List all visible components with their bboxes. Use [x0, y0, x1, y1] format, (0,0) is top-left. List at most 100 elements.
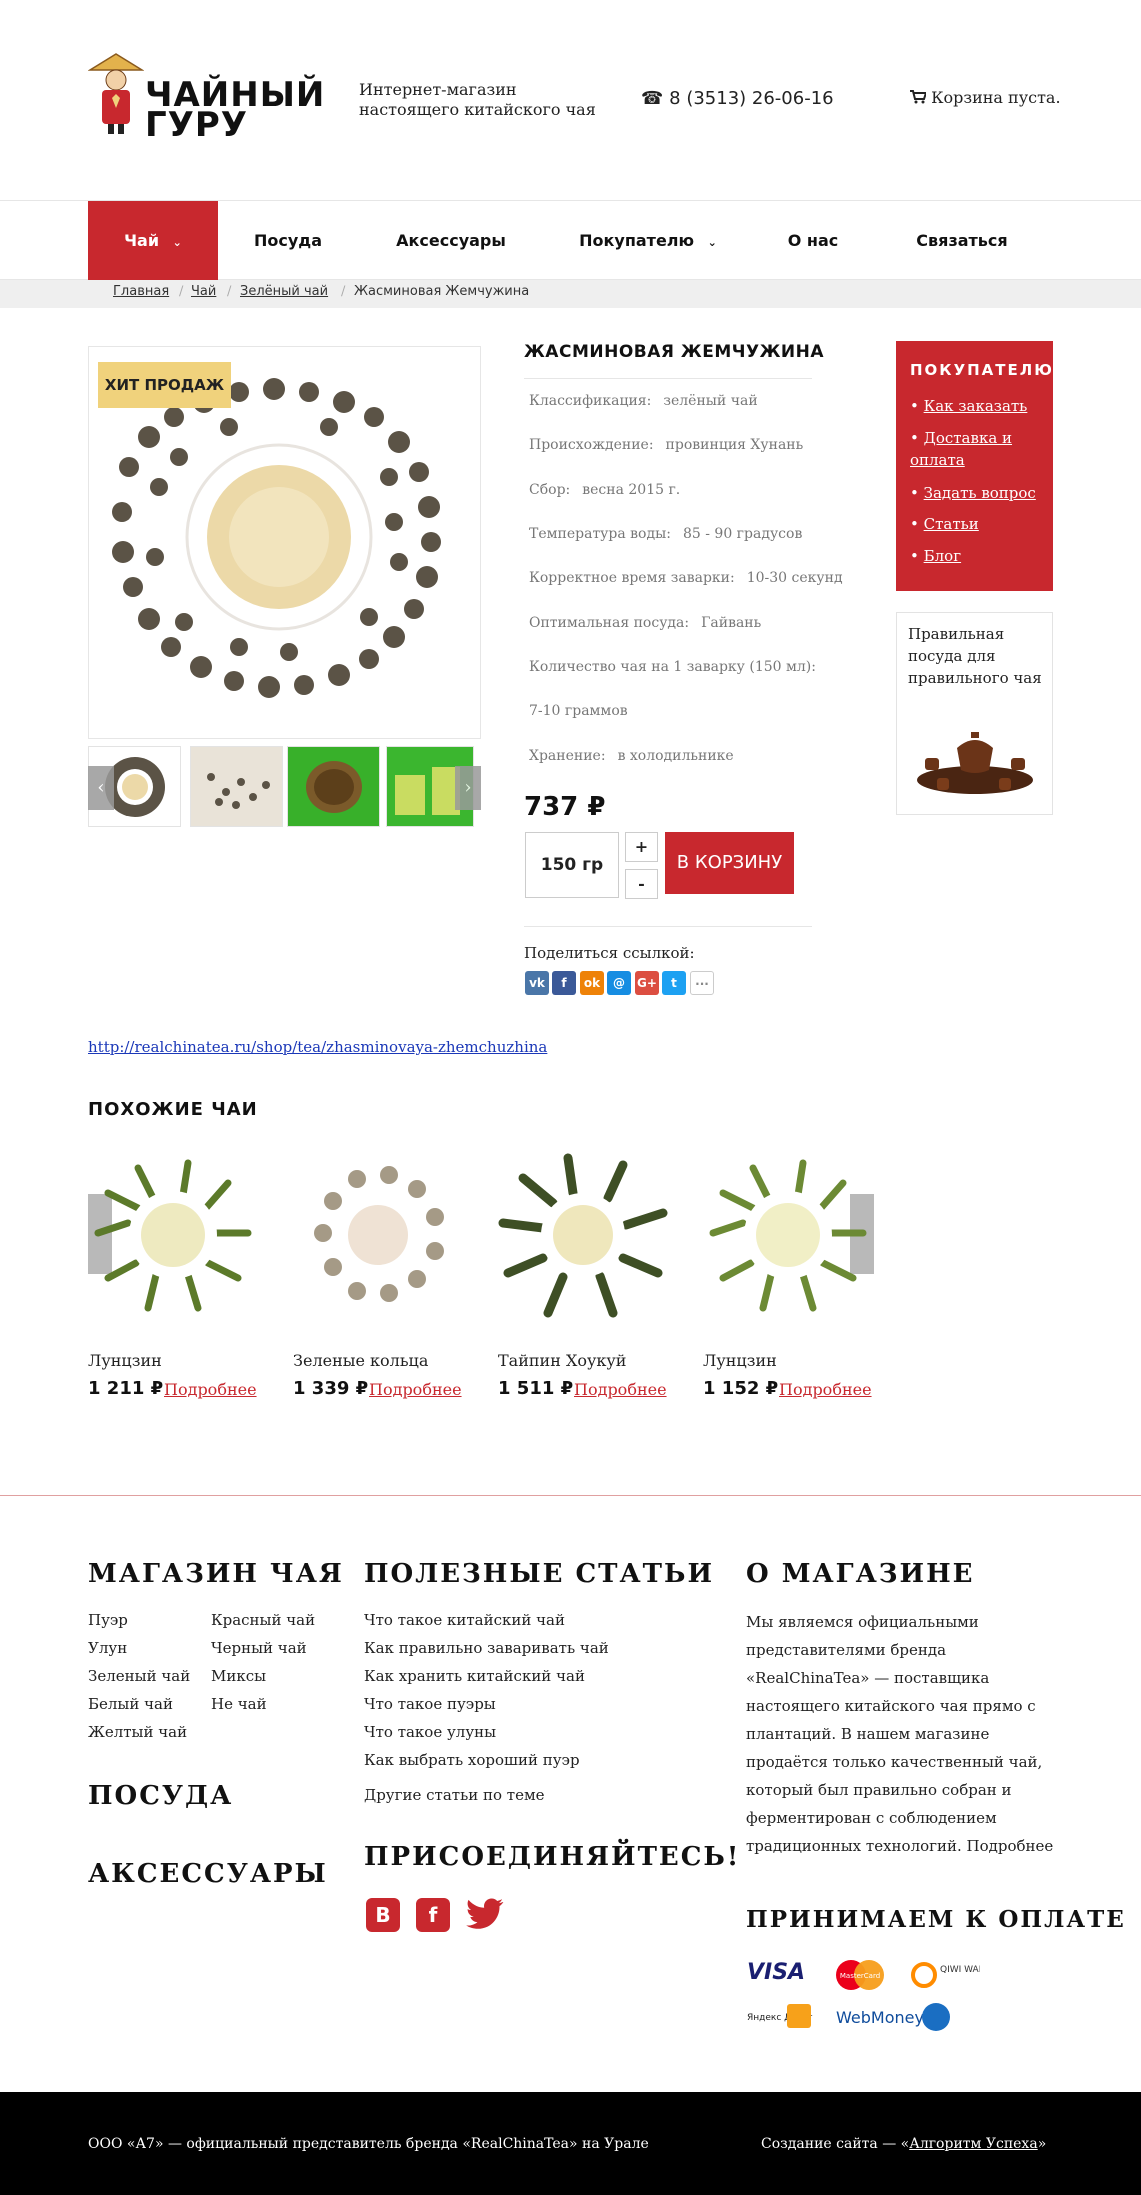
nav-item-contact[interactable]: Связаться — [900, 201, 1024, 281]
promo-banner[interactable]: Правильная посуда для правильного чая — [896, 612, 1053, 815]
spec-amount: Количество чая на 1 заварку (150 мл): — [529, 659, 816, 675]
customer-menu-heading: ПОКУПАТЕЛЮ — [910, 361, 1054, 379]
nav-label: Чай — [124, 231, 160, 250]
spec-label: Количество чая на 1 заварку (150 мл): — [529, 659, 816, 675]
more-icon[interactable]: ··· — [690, 971, 714, 995]
cart[interactable]: Корзина пуста. — [910, 88, 1061, 107]
nav-label: Аксессуары — [396, 231, 506, 250]
footer-article-link[interactable]: Как выбрать хороший пуэр — [364, 1751, 580, 1769]
googleplus-icon[interactable]: G+ — [635, 971, 659, 995]
phone[interactable]: ☎ 8 (3513) 26-06-16 — [641, 88, 834, 109]
footer-link[interactable]: Пуэр — [88, 1611, 128, 1629]
add-to-cart-button[interactable]: В КОРЗИНУ — [665, 832, 794, 894]
footer-link[interactable]: Не чай — [211, 1695, 267, 1713]
footer-articles-heading[interactable]: ПОЛЕЗНЫЕ СТАТЬИ — [364, 1559, 714, 1589]
footer-link[interactable]: Желтый чай — [88, 1723, 187, 1741]
spec-amount-value: 7-10 граммов — [529, 703, 628, 719]
footer-article-link[interactable]: Что такое улуны — [364, 1723, 496, 1741]
spec-value: 10-30 секунд — [746, 570, 843, 586]
nav-item-accessories[interactable]: Аксессуары — [388, 201, 514, 281]
nav-item-about[interactable]: О нас — [776, 201, 850, 281]
product-url-link[interactable]: http://realchinatea.ru/shop/tea/zhasmino… — [88, 1038, 547, 1056]
developer-link[interactable]: Алгоритм Успеха — [909, 2136, 1037, 2152]
breadcrumb-separator: / — [227, 284, 232, 299]
similar-item-more-link[interactable]: Подробнее — [574, 1380, 667, 1399]
product-thumb-3[interactable] — [287, 746, 380, 827]
vk-icon[interactable]: B — [366, 1898, 400, 1932]
qiwi-shape: QIWI WALLET — [911, 1962, 1000, 1988]
footer-article-link[interactable]: Как правильно заваривать чай — [364, 1639, 609, 1657]
mastercard-text: MasterCard — [840, 1972, 880, 1980]
similar-item-image[interactable] — [88, 1153, 258, 1318]
nav-item-tea[interactable]: Чай ⌄ — [88, 201, 218, 281]
twitter-icon[interactable] — [466, 1898, 504, 1934]
footer-dishes-heading[interactable]: ПОСУДА — [88, 1781, 233, 1811]
nav-item-dishes[interactable]: Посуда — [238, 201, 338, 281]
nav-item-customers[interactable]: Покупателю ⌄ — [573, 201, 723, 281]
product-price: 737 ₽ — [524, 792, 606, 822]
sidebar-item-label: Блог — [923, 547, 962, 565]
sidebar-item-delivery[interactable]: • Доставка и оплата — [910, 427, 1040, 471]
sidebar-item-ask[interactable]: • Задать вопрос — [910, 482, 1036, 504]
similar-item-image[interactable] — [703, 1153, 873, 1318]
product-thumb-2[interactable] — [190, 746, 283, 827]
sidebar-item-label: Доставка и оплата — [910, 429, 1013, 469]
spec-storage: Хранение: в холодильнике — [529, 748, 734, 764]
breadcrumb-tea[interactable]: Чай — [191, 284, 216, 299]
similar-item-more-link[interactable]: Подробнее — [369, 1380, 462, 1399]
promo-text: Правильная посуда для правильного чая — [908, 625, 1042, 687]
quantity-minus-button[interactable]: - — [625, 869, 658, 899]
footer-article-link[interactable]: Как хранить китайский чай — [364, 1667, 585, 1685]
similar-item-price: 1 339 ₽ — [293, 1378, 369, 1399]
spec-dishes: Оптимальная посуда: Гайвань — [529, 615, 761, 631]
odnoklassniki-icon[interactable]: ok — [580, 971, 604, 995]
footer-link[interactable]: Белый чай — [88, 1695, 173, 1713]
divider — [524, 926, 812, 927]
footer-article-link[interactable]: Что такое китайский чай — [364, 1611, 565, 1629]
footer-shop-heading[interactable]: МАГАЗИН ЧАЯ — [88, 1559, 344, 1589]
sidebar-item-blog[interactable]: • Блог — [910, 545, 961, 567]
similar-item-more-link[interactable]: Подробнее — [164, 1380, 257, 1399]
chevron-down-icon: ⌄ — [707, 236, 717, 249]
vk-icon[interactable]: vk — [525, 971, 549, 995]
moimir-icon[interactable]: @ — [607, 971, 631, 995]
footer-other-articles-link[interactable]: Другие статьи по теме — [364, 1786, 545, 1804]
footer-link[interactable]: Черный чай — [211, 1639, 307, 1657]
footer-link[interactable]: Зеленый чай — [88, 1667, 190, 1685]
footer-about-heading[interactable]: О МАГАЗИНЕ — [746, 1559, 974, 1589]
chevron-down-icon: ⌄ — [172, 236, 182, 249]
copyright: ООО «А7» — официальный представитель бре… — [88, 2136, 649, 2152]
similar-item-name[interactable]: Тайпин Хоукуй — [498, 1351, 626, 1370]
sidebar-item-how-to-order[interactable]: • Как заказать — [910, 395, 1027, 417]
facebook-icon[interactable]: f — [416, 1898, 450, 1932]
facebook-icon[interactable]: f — [552, 971, 576, 995]
spec-label: Хранение: — [529, 748, 606, 764]
footer-accessories-heading[interactable]: АКСЕССУАРЫ — [88, 1859, 328, 1889]
quantity-plus-button[interactable]: + — [625, 832, 658, 862]
footer-article-link[interactable]: Что такое пуэры — [364, 1695, 496, 1713]
breadcrumb-green-tea[interactable]: Зелёный чай — [240, 284, 328, 299]
developer-credit: Создание сайта — «Алгоритм Успеха» — [761, 2136, 1046, 2152]
spec-label: Классификация: — [529, 393, 652, 409]
qiwi-text: QIWI WALLET — [940, 1965, 980, 1975]
spec-value: Гайвань — [701, 615, 762, 631]
mastercard-icon: MasterCard — [834, 1959, 886, 1995]
twitter-icon[interactable]: t — [662, 971, 686, 995]
logo-text: ЧАЙНЫЙ ГУРУ — [145, 75, 326, 145]
similar-item-name[interactable]: Лунцзин — [703, 1351, 777, 1370]
similar-item-name[interactable]: Зеленые кольца — [293, 1351, 428, 1370]
similar-item-image[interactable] — [293, 1153, 463, 1318]
footer-link[interactable]: Красный чай — [211, 1611, 315, 1629]
sidebar-item-articles[interactable]: • Статьи — [910, 513, 979, 535]
breadcrumb-current: Жасминовая Жемчужина — [354, 284, 530, 299]
dev-prefix: Создание сайта — « — [761, 2136, 910, 2152]
similar-item-image[interactable] — [498, 1153, 668, 1318]
similar-item-name[interactable]: Лунцзин — [88, 1351, 162, 1370]
footer-link[interactable]: Миксы — [211, 1667, 266, 1685]
similar-item-more-link[interactable]: Подробнее — [779, 1380, 872, 1399]
quantity-field[interactable]: 150 гр — [525, 832, 619, 898]
thumb-next-arrow[interactable]: › — [455, 766, 481, 810]
breadcrumb-home[interactable]: Главная — [113, 284, 169, 299]
thumb-prev-arrow[interactable]: ‹ — [88, 766, 114, 810]
footer-link[interactable]: Улун — [88, 1639, 127, 1657]
